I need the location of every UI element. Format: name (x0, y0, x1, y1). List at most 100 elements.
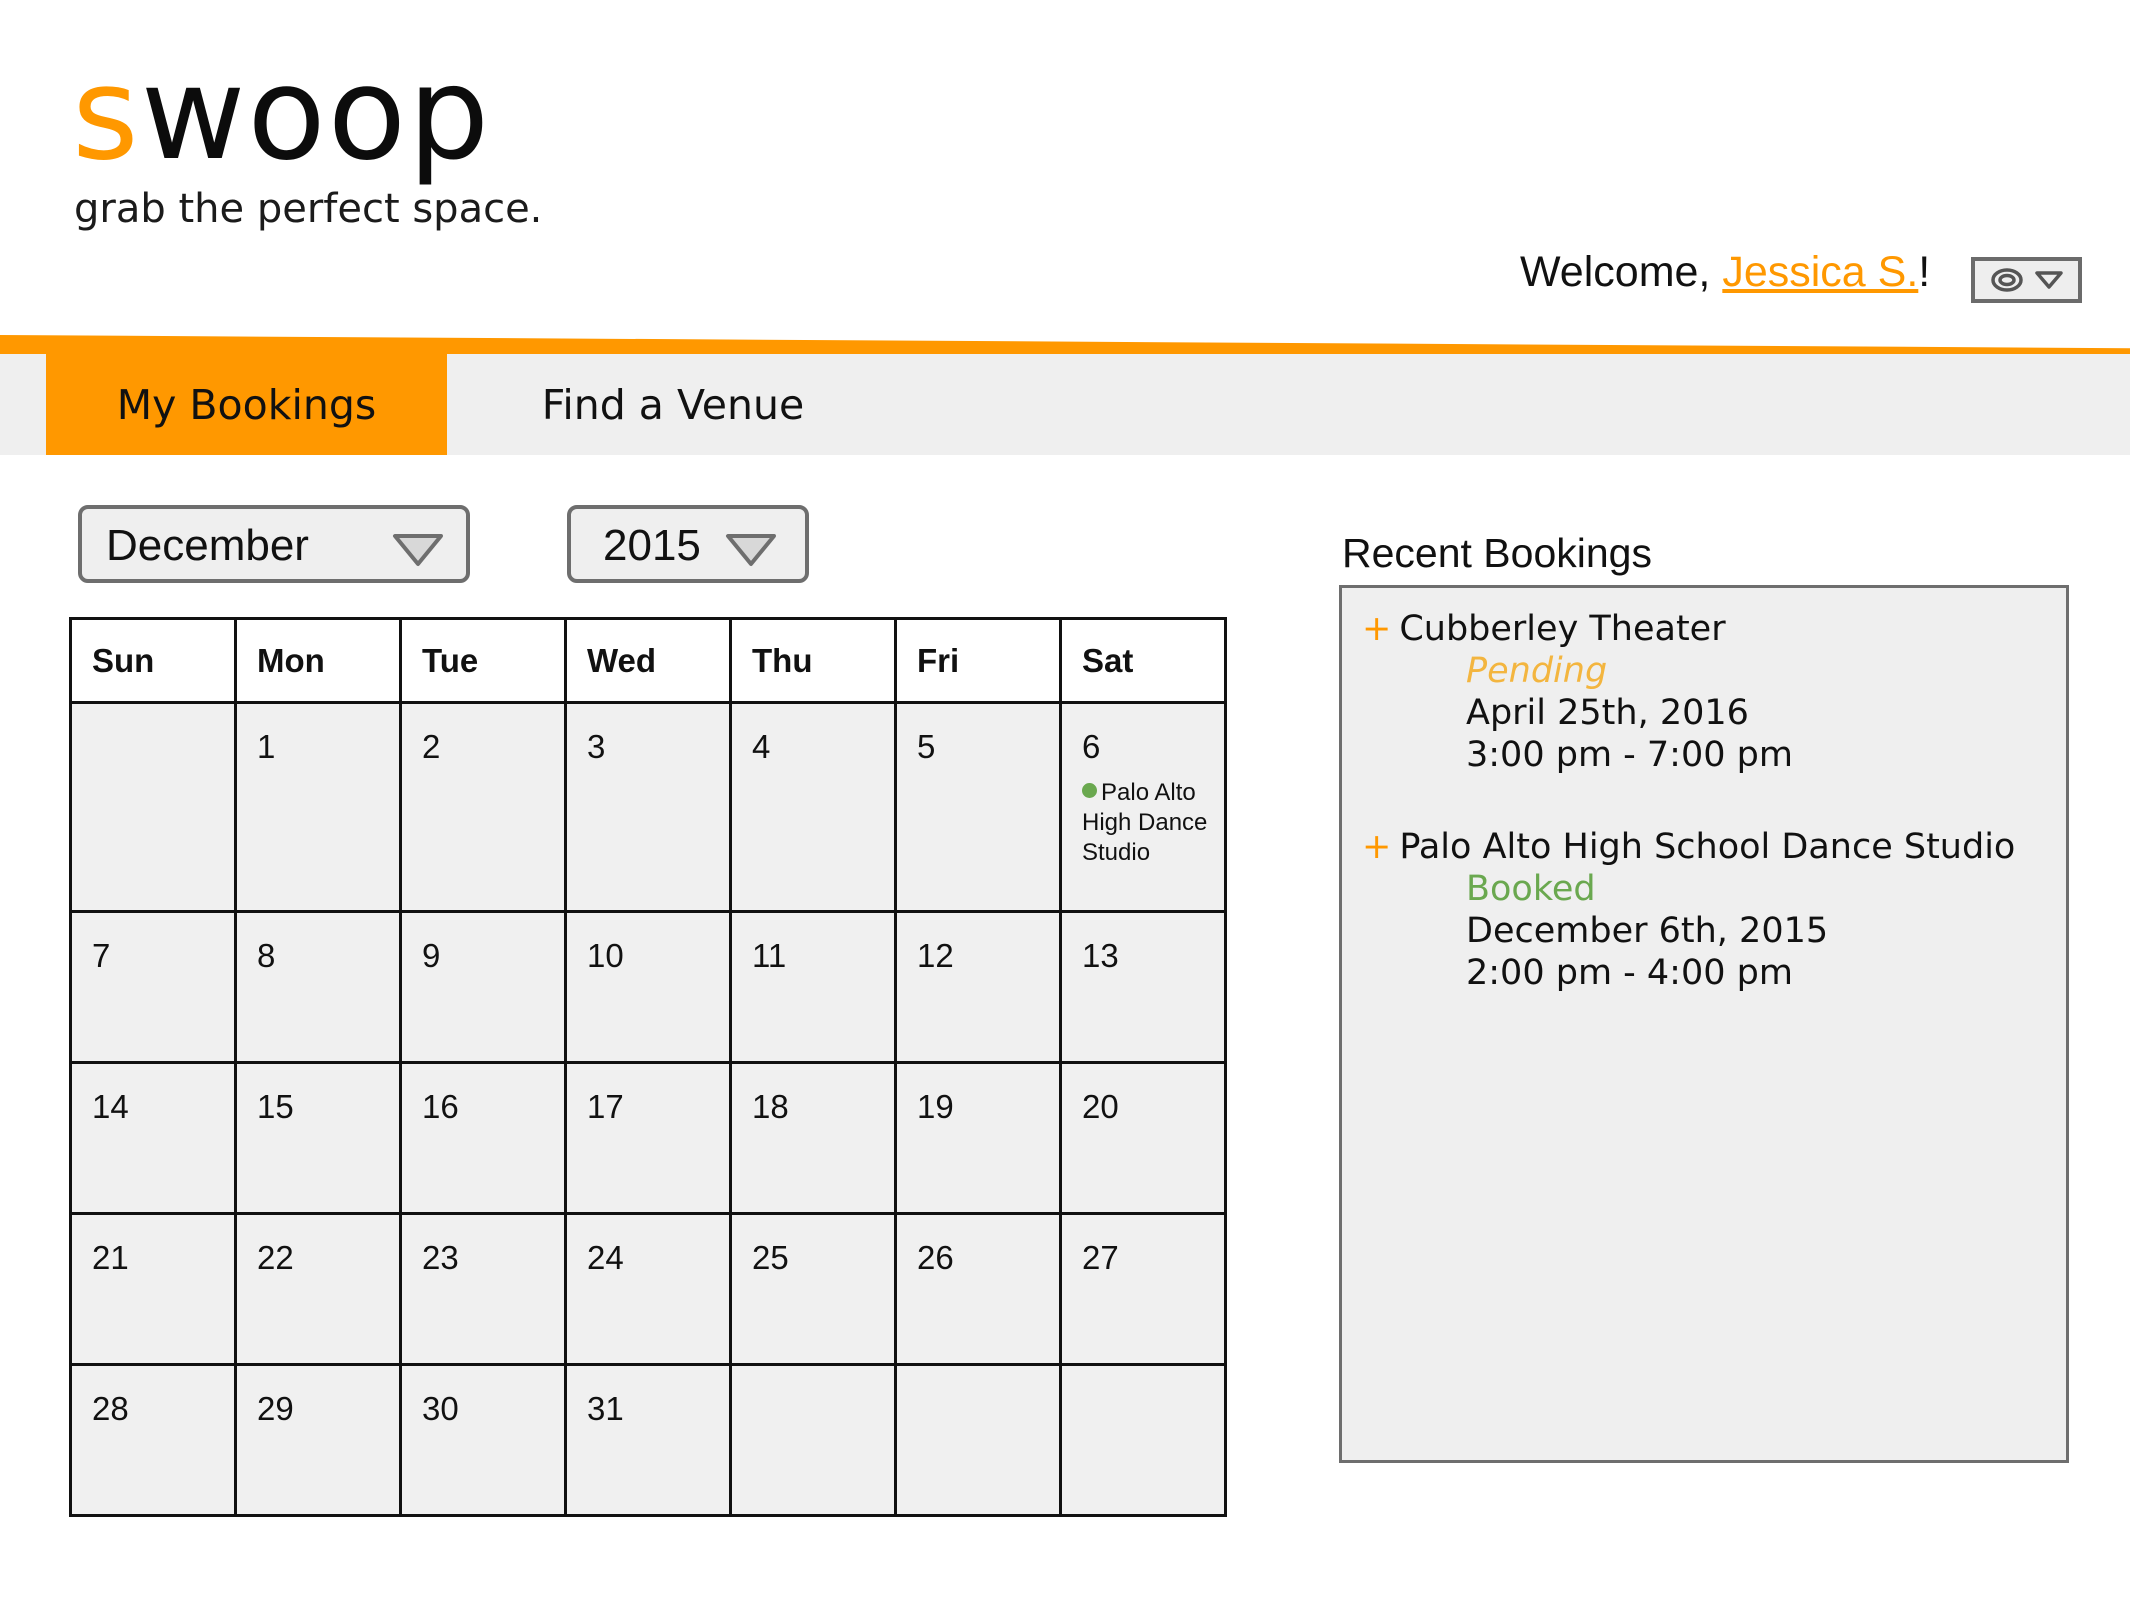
day-number: 30 (422, 1390, 459, 1427)
calendar-day[interactable]: 7 (69, 910, 237, 1064)
calendar-day[interactable]: 6 Palo Alto High Dance Studio (1059, 701, 1227, 913)
chevron-down-icon (2034, 271, 2063, 289)
swoop-logo: swoop (72, 40, 491, 190)
calendar-day[interactable]: 24 (564, 1212, 732, 1366)
booking-venue-link[interactable]: + Cubberley Theater (1362, 608, 1793, 650)
booking-status: Pending (1466, 651, 1608, 691)
calendar-day[interactable]: 4 (729, 701, 897, 913)
calendar-day[interactable]: 14 (69, 1061, 237, 1215)
calendar-week: 28 29 30 31 (69, 1363, 1227, 1517)
tab-my-bookings[interactable]: My Bookings (46, 354, 447, 455)
event-status-dot (1082, 783, 1097, 798)
day-number: 29 (257, 1390, 294, 1427)
month-calendar: Sun Mon Tue Wed Thu Fri Sat 1 2 3 4 5 6 … (69, 617, 1227, 1517)
day-number: 26 (917, 1239, 954, 1276)
day-number: 22 (257, 1239, 294, 1276)
calendar-day[interactable]: 26 (894, 1212, 1062, 1366)
calendar-day[interactable]: 15 (234, 1061, 402, 1215)
weekday-header: Fri (894, 617, 1062, 704)
day-number: 20 (1082, 1088, 1119, 1125)
day-number: 13 (1082, 937, 1119, 974)
calendar-day[interactable]: 27 (1059, 1212, 1227, 1366)
calendar-week: 7 8 9 10 11 12 13 (69, 910, 1227, 1064)
calendar-day[interactable]: 28 (69, 1363, 237, 1517)
calendar-week: 21 22 23 24 25 26 27 (69, 1212, 1227, 1366)
booking-date: December 6th, 2015 (1466, 911, 1829, 951)
calendar-day-empty (729, 1363, 897, 1517)
recent-bookings-title: Recent Bookings (1342, 530, 1652, 576)
booking-item: + Palo Alto High School Dance Studio Book… (1362, 826, 2015, 994)
weekday-header: Sat (1059, 617, 1227, 704)
month-select-value: December (106, 521, 309, 570)
day-number: 12 (917, 937, 954, 974)
calendar-day[interactable]: 30 (399, 1363, 567, 1517)
expand-plus-icon[interactable]: + (1362, 609, 1391, 649)
calendar-day[interactable]: 23 (399, 1212, 567, 1366)
calendar-day[interactable]: 20 (1059, 1061, 1227, 1215)
month-select[interactable]: December (78, 505, 470, 583)
day-number: 25 (752, 1239, 789, 1276)
calendar-day[interactable]: 22 (234, 1212, 402, 1366)
day-number: 11 (752, 937, 787, 974)
day-number: 5 (917, 728, 936, 765)
booking-venue-name: Palo Alto High School Dance Studio (1399, 827, 2016, 867)
tab-find-a-venue[interactable]: Find a Venue (528, 354, 818, 455)
calendar-day[interactable]: 12 (894, 910, 1062, 1064)
calendar-day[interactable]: 10 (564, 910, 732, 1064)
calendar-day[interactable]: 19 (894, 1061, 1062, 1215)
day-number: 18 (752, 1088, 789, 1125)
day-number: 1 (257, 728, 276, 765)
weekday-header: Thu (729, 617, 897, 704)
recent-bookings-panel: + Cubberley Theater Pending April 25th, 2… (1339, 585, 2069, 1463)
calendar-day[interactable]: 9 (399, 910, 567, 1064)
logo-first-letter: s (72, 40, 141, 189)
calendar-day[interactable]: 25 (729, 1212, 897, 1366)
weekday-header: Tue (399, 617, 567, 704)
booking-venue-name: Cubberley Theater (1399, 609, 1726, 649)
booking-item: + Cubberley Theater Pending April 25th, 2… (1362, 608, 1793, 776)
calendar-day[interactable]: 11 (729, 910, 897, 1064)
day-number: 6 (1082, 728, 1101, 765)
day-number: 3 (587, 728, 606, 765)
calendar-day[interactable]: 2 (399, 701, 567, 913)
calendar-day[interactable]: 1 (234, 701, 402, 913)
calendar-day[interactable]: 18 (729, 1061, 897, 1215)
weekday-header: Mon (234, 617, 402, 704)
calendar-day[interactable]: 21 (69, 1212, 237, 1366)
booking-date: April 25th, 2016 (1466, 693, 1749, 733)
weekday-header-row: Sun Mon Tue Wed Thu Fri Sat (69, 617, 1227, 704)
calendar-day[interactable]: 8 (234, 910, 402, 1064)
calendar-day-empty (1059, 1363, 1227, 1517)
calendar-day[interactable]: 13 (1059, 910, 1227, 1064)
calendar-day[interactable]: 31 (564, 1363, 732, 1517)
user-name-link[interactable]: Jessica S. (1722, 248, 1918, 296)
day-number: 2 (422, 728, 441, 765)
year-select[interactable]: 2015 (567, 505, 809, 583)
calendar-day[interactable]: 29 (234, 1363, 402, 1517)
calendar-event[interactable]: Palo Alto High Dance Studio (1082, 778, 1224, 868)
calendar-week: 1 2 3 4 5 6 Palo Alto High Dance Studio (69, 701, 1227, 913)
welcome-message: Welcome, Jessica S.! (1520, 248, 1930, 297)
chevron-down-icon (726, 534, 776, 566)
calendar-week: 14 15 16 17 18 19 20 (69, 1061, 1227, 1215)
calendar-day[interactable]: 17 (564, 1061, 732, 1215)
day-number: 21 (92, 1239, 129, 1276)
day-number: 28 (92, 1390, 129, 1427)
welcome-suffix: ! (1918, 248, 1931, 296)
day-number: 8 (257, 937, 276, 974)
booking-time: 2:00 pm - 4:00 pm (1466, 953, 1793, 993)
calendar-day[interactable]: 3 (564, 701, 732, 913)
booking-venue-link[interactable]: + Palo Alto High School Dance Studio (1362, 826, 2015, 868)
booking-time: 3:00 pm - 7:00 pm (1466, 735, 1793, 775)
calendar-day[interactable]: 16 (399, 1061, 567, 1215)
calendar-day[interactable]: 5 (894, 701, 1062, 913)
account-menu-button[interactable] (1971, 257, 2082, 303)
day-number: 31 (587, 1390, 624, 1427)
day-number: 19 (917, 1088, 954, 1125)
day-number: 9 (422, 937, 441, 974)
expand-plus-icon[interactable]: + (1362, 827, 1391, 867)
weekday-header: Wed (564, 617, 732, 704)
calendar-event-title: Palo Alto High Dance Studio (1082, 779, 1208, 866)
calendar-day-empty (894, 1363, 1062, 1517)
day-number: 17 (587, 1088, 624, 1125)
